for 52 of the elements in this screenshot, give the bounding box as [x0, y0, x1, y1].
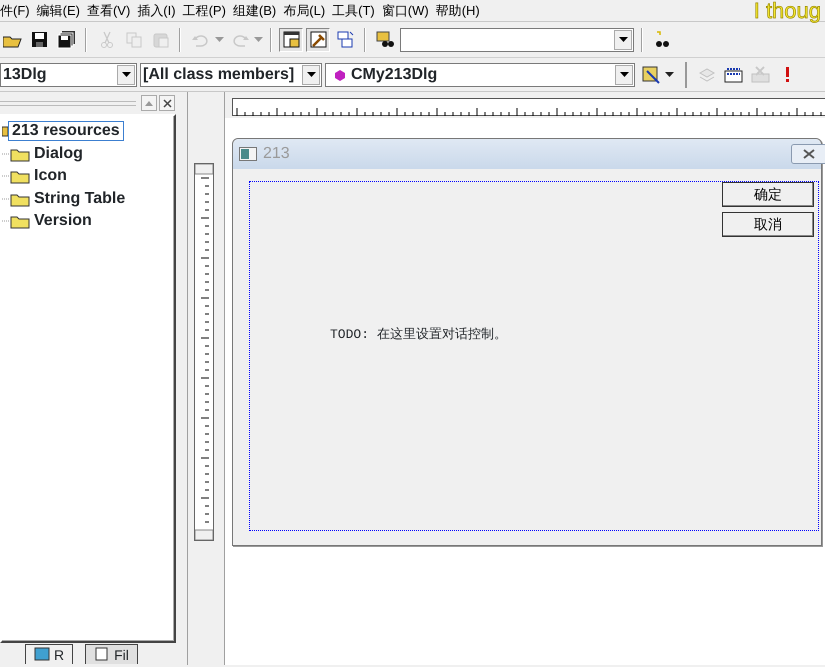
close-button[interactable]	[159, 95, 175, 111]
tree-line	[2, 152, 10, 155]
menu-item[interactable]: 工程(P)	[182, 2, 233, 18]
class-icon	[334, 68, 346, 80]
menu-item[interactable]: 组建(B)	[232, 2, 284, 18]
menu-item[interactable]: 插入(I)	[137, 2, 183, 18]
tree-item[interactable]: Icon	[30, 166, 71, 186]
window-list-icon[interactable]	[336, 30, 354, 49]
workspace-window-icon[interactable]	[282, 30, 300, 49]
static-text: TODO: 在这里设置对话控制。	[330, 326, 507, 344]
build-icon[interactable]	[724, 65, 742, 84]
menu-item[interactable]: 布局(L)	[283, 2, 332, 18]
dialog-icon	[239, 147, 257, 161]
menu-item[interactable]: 编辑(E)	[36, 2, 87, 18]
triangle-icon[interactable]	[144, 99, 154, 107]
menu-item[interactable]: 查看(V)	[86, 2, 138, 18]
save-icon[interactable]	[30, 30, 48, 49]
menu-item[interactable]: 件(F)	[0, 2, 37, 18]
close-icon[interactable]	[803, 149, 815, 159]
menu-item[interactable]: 窗口(W)	[382, 2, 436, 18]
close-button[interactable]	[791, 144, 825, 164]
find-in-files-icon[interactable]	[376, 30, 394, 49]
class-combo[interactable]: 13Dlg	[0, 62, 137, 86]
caret-icon[interactable]	[618, 36, 628, 42]
tree-line	[2, 175, 10, 178]
wizard-action-icon[interactable]	[640, 65, 660, 84]
member-combo[interactable]: CMy213Dlg	[325, 62, 635, 86]
caret-icon[interactable]	[665, 72, 674, 78]
caret-icon[interactable]	[620, 72, 628, 78]
save-all-icon[interactable]	[56, 30, 76, 49]
resource-view-icon	[34, 647, 50, 661]
caret-icon[interactable]	[306, 72, 316, 78]
filter-combo[interactable]: [All class members]	[140, 62, 322, 86]
output-window-icon[interactable]	[308, 30, 328, 49]
workspace-tab[interactable]: R	[25, 644, 74, 664]
menu-item[interactable]: 帮助(H)	[436, 2, 487, 18]
tree-item[interactable]: Version	[30, 211, 96, 232]
workspace-tab[interactable]: Fil	[85, 644, 138, 664]
tree-item[interactable]: 213 resources	[8, 121, 124, 142]
dialog-button[interactable]: 确定	[722, 182, 814, 207]
find-combo[interactable]	[400, 28, 634, 52]
tree-line	[2, 198, 10, 200]
dialog-title: 213	[263, 144, 290, 164]
tree-line	[2, 220, 10, 222]
file-view-icon	[94, 647, 110, 661]
menu-item[interactable]: 工具(T)	[332, 2, 382, 18]
banner-text: I thoug	[754, 0, 822, 22]
tree-item[interactable]: String Table	[30, 188, 130, 209]
dialog-button[interactable]: 取消	[722, 212, 814, 237]
close-icon[interactable]	[162, 98, 172, 108]
caret-icon[interactable]	[122, 72, 130, 78]
tree-item[interactable]: Dialog	[30, 144, 87, 164]
